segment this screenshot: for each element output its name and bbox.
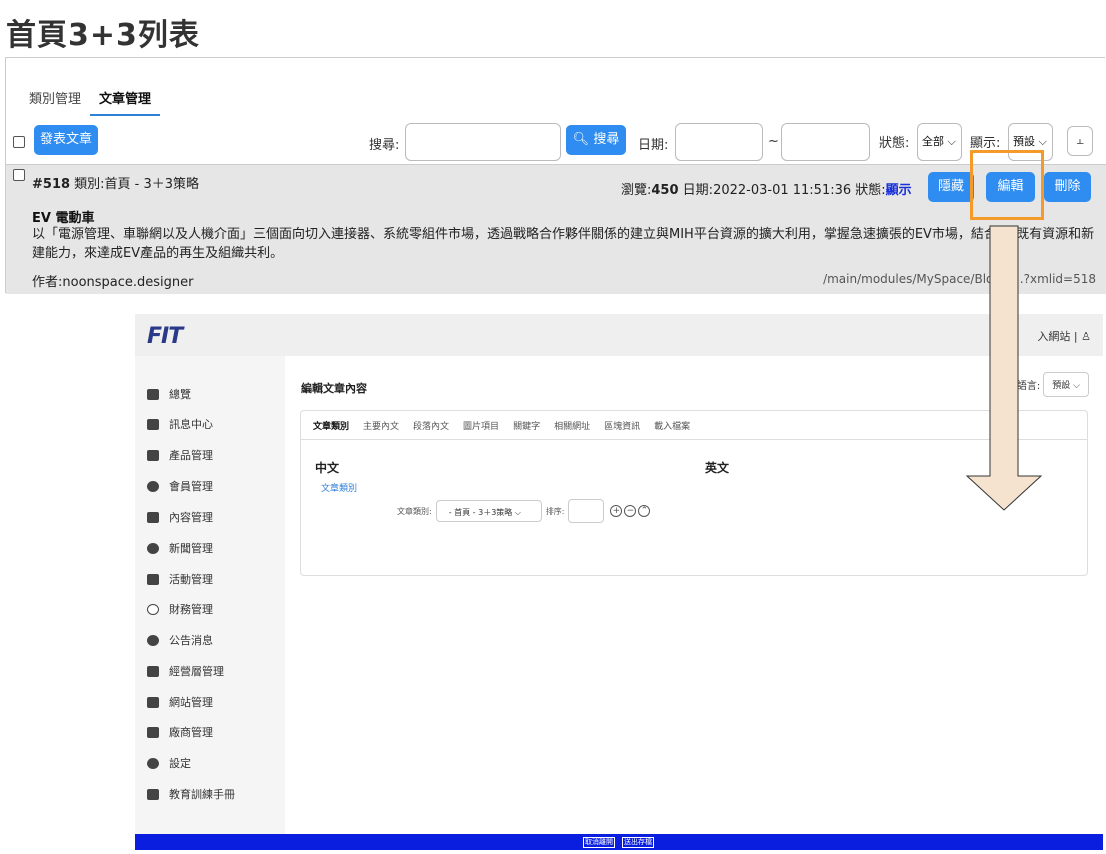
arrow-overlay — [965, 225, 1043, 511]
down-arrow-icon — [965, 225, 1043, 511]
